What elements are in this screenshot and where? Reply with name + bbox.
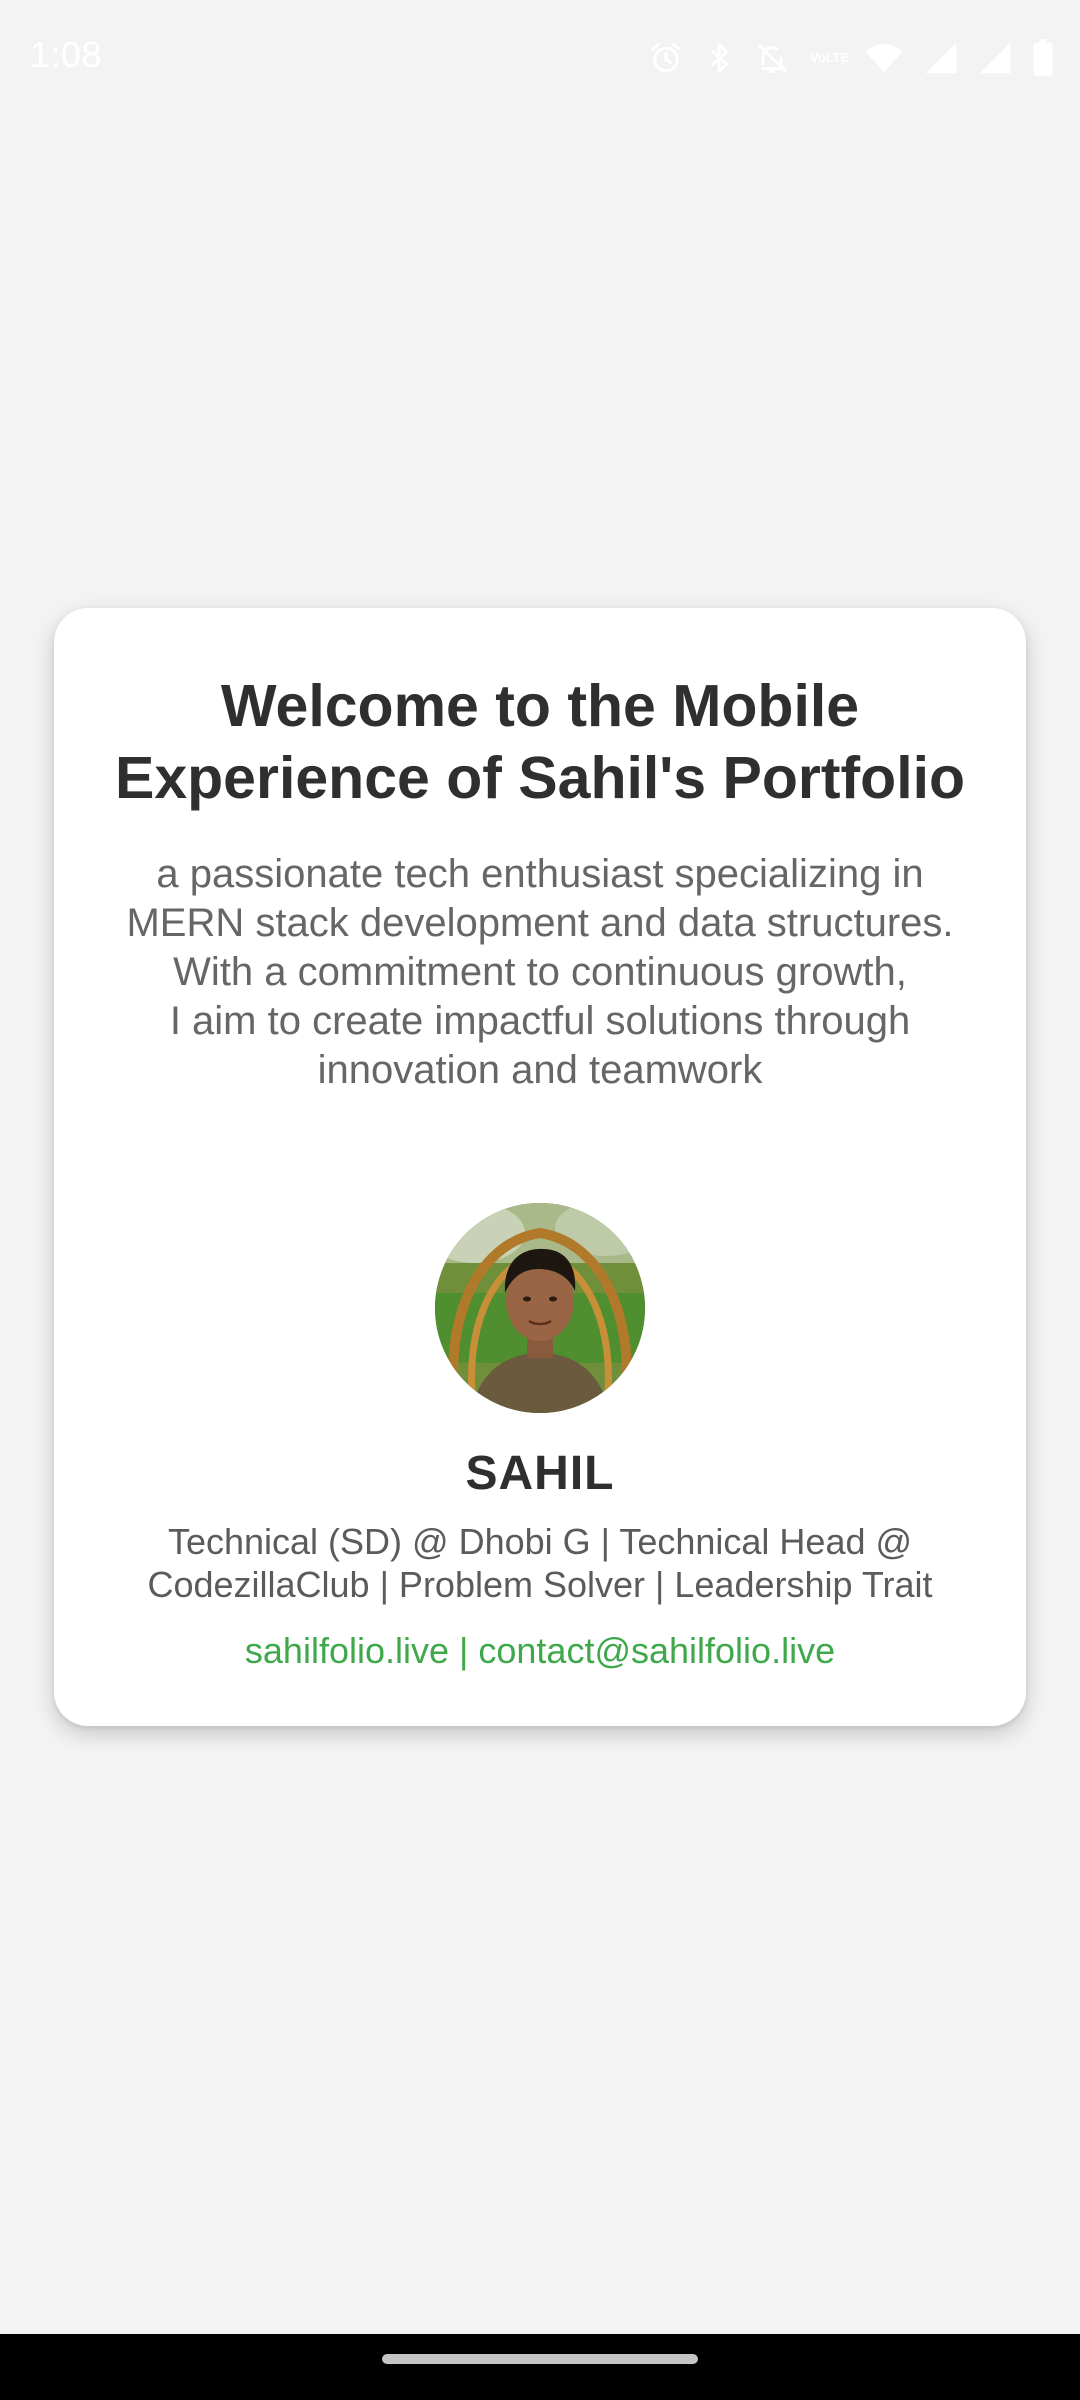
description-line: I aim to create impactful solutions thro… [169,999,911,1043]
mute-icon [754,40,790,76]
bluetooth-icon [704,40,734,76]
welcome-card: Welcome to the Mobile Experience of Sahi… [54,608,1026,1726]
website-link[interactable]: sahilfolio.live [245,1630,449,1671]
role-line: CodezillaClub | Problem Solver | Leaders… [147,1564,933,1605]
card-description: a passionate tech enthusiast specializin… [84,850,996,1095]
home-gesture-handle[interactable] [382,2354,698,2364]
battery-icon [1032,39,1054,77]
description-line: MERN stack development and data structur… [126,901,954,945]
navigation-bar [0,2334,1080,2400]
profile-name: SAHIL [465,1447,615,1500]
card-title-line: Experience of Sahil's Portfolio [114,745,966,811]
screen: 1:08 VoLTE Welcome to the Mobile Experie… [0,0,1080,2400]
description-line: a passionate tech enthusiast specializin… [156,852,924,896]
signal-roaming-icon [978,41,1012,75]
description-line: With a commitment to continuous growth, [173,950,907,994]
alarm-icon [648,40,684,76]
description-line: innovation and teamwork [317,1048,763,1092]
profile-links: sahilfolio.live | contact@sahilfolio.liv… [54,1630,1026,1672]
avatar [435,1203,645,1413]
role-line: Technical (SD) @ Dhobi G | Technical Hea… [167,1521,913,1562]
signal-icon [924,41,958,75]
status-time: 1:08 [30,34,103,75]
status-bar: 1:08 VoLTE [0,0,1080,120]
profile-role: Technical (SD) @ Dhobi G | Technical Hea… [94,1520,986,1606]
wifi-icon [864,41,904,75]
email-link[interactable]: contact@sahilfolio.live [478,1630,835,1671]
link-separator: | [449,1630,479,1671]
card-title: Welcome to the Mobile Experience of Sahi… [94,670,986,814]
card-title-line: Welcome to the Mobile [220,673,860,739]
volte-icon: VoLTE [810,50,850,65]
status-icons: VoLTE [648,36,1054,80]
